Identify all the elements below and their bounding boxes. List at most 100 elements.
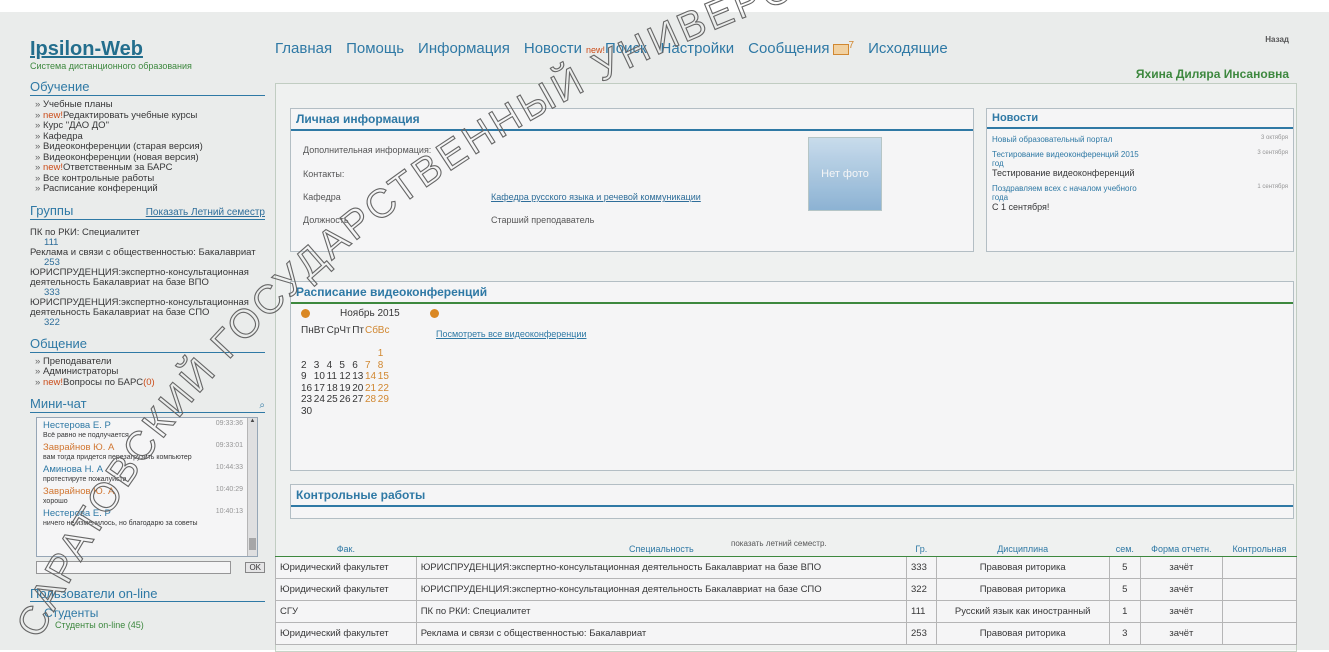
calendar-day[interactable]: 27 bbox=[352, 394, 363, 406]
group-name[interactable]: ЮРИСПРУДЕНЦИЯ:экспертно-консультационная… bbox=[30, 297, 265, 318]
new-badge: new! bbox=[42, 109, 64, 121]
back-link[interactable]: Назад bbox=[1265, 35, 1289, 44]
calendar-day[interactable]: 2 bbox=[301, 360, 311, 372]
chat-author[interactable]: Аминова Н. А bbox=[43, 464, 103, 475]
chat-ok-button[interactable]: OK bbox=[245, 562, 265, 573]
chat-message-header: Нестерова Е. Р 09:33:36 bbox=[43, 420, 243, 431]
chat-author[interactable]: Заврайнов Ю. А bbox=[43, 486, 114, 497]
group-name[interactable]: ЮРИСПРУДЕНЦИЯ:экспертно-консультационная… bbox=[30, 267, 265, 288]
calendar-day[interactable]: 17 bbox=[314, 383, 325, 395]
chat-scroll-thumb[interactable] bbox=[249, 538, 256, 550]
news-link[interactable]: Новый образовательный портал bbox=[992, 135, 1152, 144]
nav-home[interactable]: Главная bbox=[275, 40, 332, 57]
sidebar-menu-item[interactable]: Расписание конференций bbox=[35, 183, 265, 195]
news-date: 1 сентября bbox=[1257, 184, 1288, 190]
user-name[interactable]: Яхина Диляра Инсановна bbox=[1136, 67, 1289, 81]
chat-search-icon[interactable]: ⌕ bbox=[259, 400, 265, 411]
sidebar-menu-label: Учебные планы bbox=[42, 99, 113, 110]
nav-search[interactable]: new!Поиск bbox=[586, 40, 647, 57]
chat-author[interactable]: Заврайнов Ю. А bbox=[43, 442, 114, 453]
calendar-day[interactable]: 20 bbox=[352, 383, 363, 395]
calendar-day[interactable]: 19 bbox=[339, 383, 350, 395]
table-header: Специальность bbox=[416, 542, 907, 557]
group-number[interactable]: 111 bbox=[30, 237, 265, 248]
unread-count: (0) bbox=[143, 376, 155, 388]
calendar-day[interactable]: 1 bbox=[378, 348, 388, 360]
table-cell: 5 bbox=[1108, 556, 1141, 579]
nav-settings[interactable]: Настройки bbox=[661, 40, 735, 57]
calendar-day[interactable]: 18 bbox=[327, 383, 338, 395]
next-month-icon[interactable] bbox=[429, 309, 439, 318]
table-cell: 322 bbox=[906, 578, 937, 601]
news-link[interactable]: Поздравляем всех с началом учебного года bbox=[992, 184, 1152, 202]
calendar-day[interactable]: 7 bbox=[365, 360, 375, 372]
news-title: Новости bbox=[987, 109, 1293, 129]
calendar-day[interactable]: 22 bbox=[378, 383, 389, 395]
group-number[interactable]: 253 bbox=[30, 257, 265, 268]
mini-chat-box[interactable]: Нестерова Е. Р 09:33:36 Всё равно не подлу… bbox=[36, 417, 258, 557]
calendar-day[interactable]: 13 bbox=[352, 371, 363, 383]
online-students-title[interactable]: Студенты bbox=[44, 606, 265, 620]
news-link[interactable]: Тестирование видеоконференций 2015 год bbox=[992, 150, 1152, 168]
communication-menu-item[interactable]: new!Вопросы по БАРС(0) bbox=[35, 376, 265, 389]
calendar-day[interactable]: 26 bbox=[339, 394, 350, 406]
view-all-conferences-link[interactable]: Посмотреть все видеоконференции bbox=[436, 329, 587, 339]
calendar-day[interactable]: 11 bbox=[327, 371, 337, 383]
calendar-weekday: Чт bbox=[339, 325, 351, 336]
calendar-day[interactable]: 25 bbox=[327, 394, 338, 406]
calendar-day[interactable]: 21 bbox=[365, 383, 376, 395]
online-students-count[interactable]: Студенты on-line (45) bbox=[55, 620, 265, 630]
nav-messages[interactable]: Сообщения 7 bbox=[748, 40, 854, 57]
calendar-day[interactable]: 4 bbox=[327, 360, 337, 372]
group-name[interactable]: Реклама и связи с общественностью: Бакал… bbox=[30, 247, 265, 258]
chat-scrollbar[interactable]: ▲ bbox=[247, 418, 257, 556]
show-summer-semester-link[interactable]: Показать Летний семестр bbox=[146, 207, 265, 218]
calendar-day[interactable]: 10 bbox=[314, 371, 325, 383]
communication-menu-label: Преподаватели bbox=[42, 355, 112, 367]
calendar-day[interactable]: 24 bbox=[314, 394, 325, 406]
nav-outgoing[interactable]: Исходящие bbox=[868, 40, 948, 57]
chat-message-input[interactable] bbox=[36, 561, 232, 574]
calendar-weekday: Вс bbox=[377, 325, 390, 336]
calendar-day[interactable]: 6 bbox=[352, 360, 362, 372]
group-number[interactable]: 333 bbox=[30, 287, 265, 298]
calendar-day[interactable]: 5 bbox=[339, 360, 349, 372]
calendar-day[interactable]: 28 bbox=[365, 394, 376, 406]
calendar-day[interactable]: 8 bbox=[378, 360, 388, 372]
control-works-panel: Контрольные работы bbox=[290, 484, 1294, 519]
chat-author[interactable]: Нестерова Е. Р bbox=[43, 420, 111, 431]
scroll-up-arrow-icon[interactable]: ▲ bbox=[248, 418, 257, 424]
calendar-day[interactable]: 23 bbox=[301, 394, 312, 406]
sidebar-menu-label: Расписание конференций bbox=[42, 183, 158, 194]
table-cell bbox=[1221, 622, 1298, 645]
group-number[interactable]: 322 bbox=[30, 317, 265, 328]
nav-help[interactable]: Помощь bbox=[346, 40, 404, 57]
calendar-day[interactable]: 30 bbox=[301, 406, 312, 418]
calendar-weekday: Вт bbox=[313, 325, 325, 336]
nav-news[interactable]: Новости bbox=[524, 40, 582, 57]
calendar-day[interactable]: 3 bbox=[314, 360, 324, 372]
calendar-day[interactable]: 16 bbox=[301, 383, 312, 395]
table-cell: зачёт bbox=[1139, 578, 1223, 601]
section-groups-title: Группы Показать Летний семестр bbox=[30, 203, 265, 220]
nav-info[interactable]: Информация bbox=[418, 40, 510, 57]
communication-menu: ПреподавателиАдминистраторыnew!Вопросы п… bbox=[30, 355, 265, 389]
calendar-day[interactable]: 9 bbox=[301, 371, 311, 383]
table-cell: ЮРИСПРУДЕНЦИЯ:экспертно-консультационная… bbox=[415, 578, 908, 601]
prev-month-icon[interactable] bbox=[301, 309, 310, 318]
calendar-day[interactable]: 29 bbox=[378, 394, 389, 406]
calendar-day[interactable]: 14 bbox=[365, 371, 376, 383]
department-link[interactable]: Кафедра русского языка и речевой коммуни… bbox=[491, 192, 701, 202]
group-name[interactable]: ПК по РКИ: Специалитет bbox=[30, 227, 265, 238]
chat-author[interactable]: Нестерова Е. Р bbox=[43, 508, 111, 519]
calendar-day bbox=[365, 406, 375, 418]
calendar-day[interactable]: 15 bbox=[378, 371, 389, 383]
chat-text: вам тогда придется перезагрузить компьют… bbox=[43, 454, 192, 461]
calendar-day[interactable]: 12 bbox=[339, 371, 350, 383]
table-cell: Юридический факультет bbox=[275, 556, 417, 579]
chat-message: Нестерова Е. Р 09:33:36 Всё равно не подлу… bbox=[37, 418, 257, 440]
calendar-day bbox=[352, 406, 362, 418]
table-header: Фак. bbox=[275, 542, 417, 557]
contacts-label: Контакты: bbox=[303, 169, 345, 179]
logo-title[interactable]: Ipsilon-Web bbox=[30, 38, 265, 60]
